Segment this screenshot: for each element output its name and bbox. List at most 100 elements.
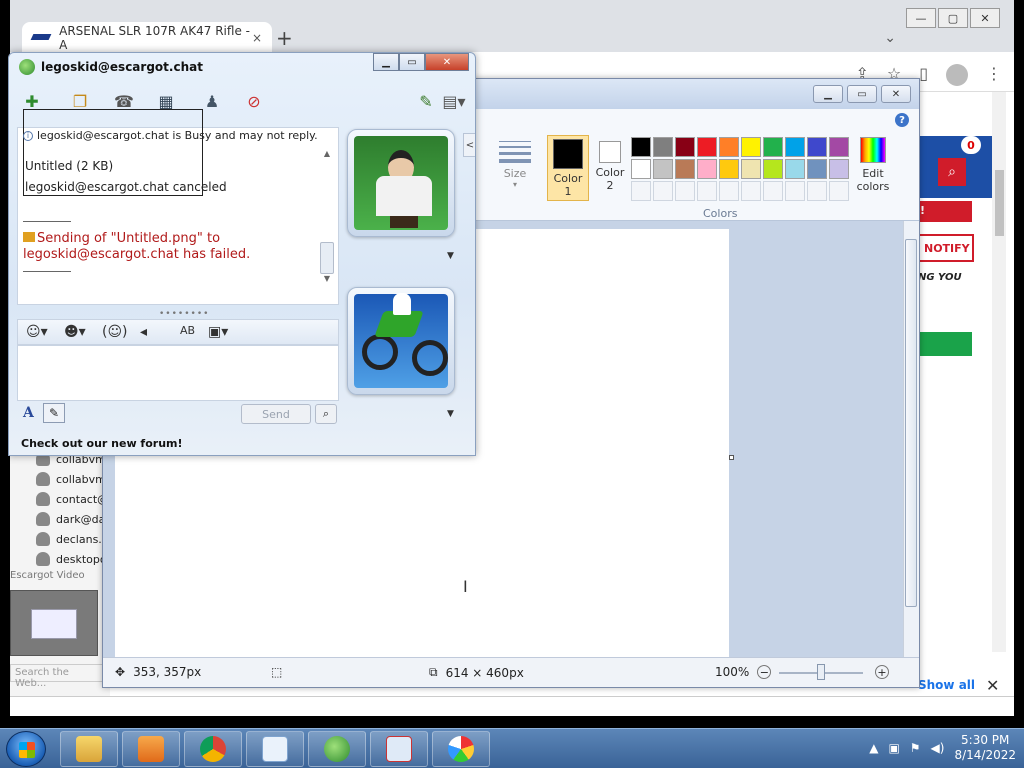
palette-swatch[interactable] [741, 137, 761, 157]
volume-icon[interactable]: ◀) [931, 741, 945, 755]
palette-swatch[interactable] [675, 137, 695, 157]
clock[interactable]: 5:30 PM 8/14/2022 [954, 733, 1016, 763]
canvas-resize-handle[interactable] [729, 455, 734, 460]
palette-custom-swatch[interactable] [741, 181, 761, 201]
site-green-button[interactable] [916, 332, 972, 356]
my-picture-dropdown-icon[interactable]: ▼ [447, 409, 454, 419]
conversation-scrollbar[interactable]: ▲ ▼ [319, 149, 335, 303]
download-bar-close-icon[interactable]: ✕ [986, 676, 999, 695]
browser-tab[interactable]: ARSENAL SLR 107R AK47 Rifle - A × [22, 22, 272, 54]
contact-row[interactable]: dark@da [36, 512, 105, 526]
spellcheck-icon[interactable]: AB [180, 324, 195, 337]
palette-swatch[interactable] [785, 159, 805, 179]
palette-swatch[interactable] [631, 137, 651, 157]
resize-grip[interactable]: •••••••• [159, 309, 209, 319]
profile-avatar-icon[interactable] [946, 64, 968, 86]
help-icon[interactable]: ? [895, 113, 909, 127]
taskbar-messenger[interactable] [308, 731, 366, 767]
palette-swatch[interactable] [763, 159, 783, 179]
browser-scrollbar-thumb[interactable] [995, 170, 1004, 236]
start-button[interactable] [6, 731, 46, 767]
browser-close-button[interactable]: ✕ [970, 8, 1000, 28]
palette-swatch[interactable] [763, 137, 783, 157]
palette-custom-swatch[interactable] [697, 181, 717, 201]
palette-custom-swatch[interactable] [763, 181, 783, 201]
palette-swatch[interactable] [807, 137, 827, 157]
palette-custom-swatch[interactable] [829, 181, 849, 201]
taskbar-explorer[interactable] [60, 731, 118, 767]
palette-swatch[interactable] [719, 137, 739, 157]
messenger-maximize-button[interactable]: ▭ [399, 53, 425, 71]
collapse-panel-button[interactable]: < [463, 133, 475, 157]
nudge-icon[interactable]: (☺) [102, 324, 128, 340]
paint-scrollbar-thumb[interactable] [905, 239, 917, 607]
wink-icon[interactable]: ☻▾ [64, 324, 86, 340]
color1-button[interactable]: Color 1 [547, 135, 589, 201]
taskbar-notepad[interactable] [246, 731, 304, 767]
font-icon[interactable]: A [23, 405, 34, 421]
message-input[interactable] [17, 345, 339, 401]
zoom-out-button[interactable]: − [757, 665, 772, 679]
palette-swatch[interactable] [697, 137, 717, 157]
new-tab-button[interactable]: + [276, 26, 293, 50]
palette-swatch[interactable] [653, 137, 673, 157]
scroll-up-icon[interactable]: ▲ [319, 149, 335, 158]
send-picture-icon[interactable]: ▣▾ [208, 324, 228, 340]
more-menu-icon[interactable]: ⋮ [986, 64, 1002, 86]
palette-custom-swatch[interactable] [785, 181, 805, 201]
send-button[interactable]: Send [241, 404, 311, 424]
size-button[interactable]: Size ▾ [497, 137, 533, 197]
palette-swatch[interactable] [675, 159, 695, 179]
forum-promo-text[interactable]: Check out our new forum! [21, 437, 183, 450]
zoom-slider-thumb[interactable] [817, 664, 825, 680]
side-panel-icon[interactable]: ▯ [919, 64, 928, 86]
conversation-scroll-thumb[interactable] [320, 242, 334, 274]
palette-custom-swatch[interactable] [675, 181, 695, 201]
browser-maximize-button[interactable]: ▢ [938, 8, 968, 28]
taskbar-paint[interactable] [432, 731, 490, 767]
palette-swatch[interactable] [631, 159, 651, 179]
background-brush-icon[interactable]: ✎ [413, 89, 439, 113]
messenger-minimize-button[interactable]: ▁ [373, 53, 399, 71]
palette-swatch[interactable] [741, 159, 761, 179]
contact-picture-dropdown-icon[interactable]: ▼ [447, 251, 454, 261]
messenger-close-button[interactable]: ✕ [425, 53, 469, 71]
palette-custom-swatch[interactable] [653, 181, 673, 201]
show-all-downloads-link[interactable]: Show all [918, 678, 975, 692]
network-icon[interactable]: ▣ [888, 741, 899, 755]
contact-display-picture[interactable] [347, 129, 455, 237]
paint-maximize-button[interactable]: ▭ [847, 85, 877, 103]
video-thumbnail[interactable] [10, 590, 98, 656]
palette-custom-swatch[interactable] [719, 181, 739, 201]
show-hidden-icons-icon[interactable]: ▲ [869, 741, 878, 755]
paint-close-button[interactable]: ✕ [881, 85, 911, 103]
palette-swatch[interactable] [829, 159, 849, 179]
edit-colors-button[interactable]: Edit colors [853, 137, 893, 193]
block-contact-icon[interactable]: ⊘ [241, 89, 267, 113]
palette-swatch[interactable] [697, 159, 717, 179]
action-center-flag-icon[interactable]: ⚑ [910, 741, 921, 755]
color2-button[interactable]: Color 2 [591, 135, 629, 201]
contact-row[interactable]: declans.n [36, 532, 109, 546]
palette-swatch[interactable] [785, 137, 805, 157]
notify-button[interactable]: NOTIFY [916, 234, 974, 262]
scroll-down-icon[interactable]: ▼ [319, 274, 335, 283]
tab-close-icon[interactable]: × [252, 31, 262, 45]
voice-clip-icon[interactable]: ◂ [140, 324, 147, 340]
contact-row[interactable]: contact@ [36, 492, 108, 506]
browser-minimize-button[interactable]: — [906, 8, 936, 28]
palette-swatch[interactable] [719, 159, 739, 179]
show-menu-icon[interactable]: ▤▾ [441, 89, 467, 113]
handwriting-icon[interactable]: ✎ [43, 403, 65, 423]
palette-swatch[interactable] [829, 137, 849, 157]
palette-custom-swatch[interactable] [807, 181, 827, 201]
palette-custom-swatch[interactable] [631, 181, 651, 201]
palette-swatch[interactable] [653, 159, 673, 179]
taskbar-snipping-tool[interactable] [370, 731, 428, 767]
site-search-button[interactable]: ⌕ [938, 158, 966, 186]
web-search-input[interactable]: Search the Web... [10, 664, 106, 689]
contact-row[interactable]: desktopo [36, 552, 107, 566]
paint-minimize-button[interactable]: ▁ [813, 85, 843, 103]
emoticon-icon[interactable]: ☺▾ [26, 324, 48, 340]
zoom-in-button[interactable]: + [875, 665, 889, 679]
